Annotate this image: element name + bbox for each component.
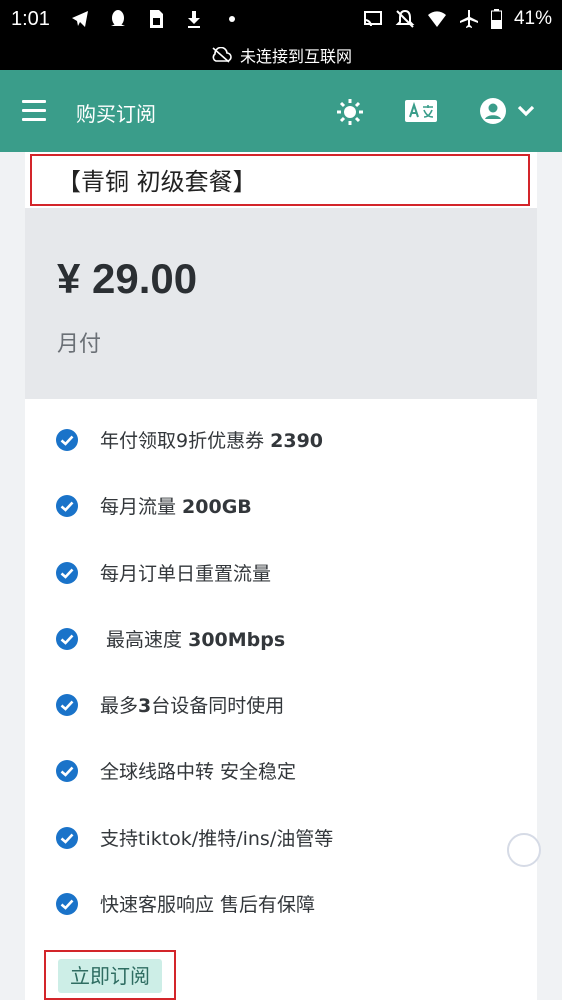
system-icons: 41% — [363, 8, 552, 30]
qq-icon — [111, 10, 125, 26]
feature-value: 200GB — [182, 496, 252, 518]
feature-text: 每月订单日重置流量 — [100, 559, 271, 586]
feature-label-suffix: 台设备同时使用 — [151, 695, 285, 717]
feature-label: 每月订单日重置流量 — [100, 563, 272, 585]
feature-item: 每月流量 200GB — [25, 486, 537, 526]
app-bar: 购买订阅 — [0, 70, 562, 152]
check-circle-icon — [56, 429, 78, 451]
price-section: ¥ 29.00 月付 — [25, 208, 537, 399]
feature-label: 每月流量 — [100, 496, 183, 518]
battery-icon — [490, 9, 502, 29]
feature-label: 快速客服响应 售后有保障 — [100, 894, 316, 916]
cast-icon — [363, 11, 382, 27]
offline-text: 未连接到互联网 — [239, 47, 352, 66]
feature-label: 最多 — [100, 695, 139, 717]
notification-icons — [70, 9, 242, 29]
page-title: 购买订阅 — [76, 102, 156, 126]
brightness-icon[interactable] — [336, 98, 364, 126]
feature-text: 全球线路中转 安全稳定 — [100, 757, 296, 784]
feature-value: 2390 — [270, 430, 324, 452]
download-icon — [188, 11, 200, 28]
sim-icon — [150, 10, 163, 28]
feature-item: 最高速度 300Mbps — [25, 619, 537, 659]
cloud-off-icon — [212, 47, 232, 63]
check-circle-icon — [56, 893, 78, 915]
check-circle-icon — [56, 628, 78, 650]
feature-text: 快速客服响应 售后有保障 — [100, 890, 315, 917]
feature-item: 年付领取9折优惠券 2390 — [25, 420, 537, 460]
check-circle-icon — [56, 827, 78, 849]
status-bar: 1:01 41% — [0, 0, 562, 40]
feature-label: 年付领取9折优惠券 — [100, 430, 271, 452]
plan-title: 【青铜 初级套餐】 — [57, 168, 257, 196]
feature-text: 每月流量 200GB — [100, 492, 252, 519]
feature-text: 年付领取9折优惠券 2390 — [100, 426, 323, 453]
battery-percent: 41% — [513, 8, 552, 29]
offline-banner: 未连接到互联网 — [0, 40, 562, 70]
wifi-icon — [427, 11, 446, 27]
plan-title-highlight: 【青铜 初级套餐】 — [30, 154, 530, 206]
feature-item: 每月订单日重置流量 — [25, 553, 537, 593]
feature-value: 300Mbps — [188, 629, 286, 651]
feature-label: 支持tiktok/推特/ins/油管等 — [100, 828, 334, 850]
feature-item: 支持tiktok/推特/ins/油管等 — [25, 818, 537, 858]
feature-label: 最高速度 — [100, 629, 189, 651]
dot-icon — [229, 16, 235, 22]
feature-item: 最多3台设备同时使用 — [25, 685, 537, 725]
feature-value: 3 — [138, 695, 152, 717]
subscribe-button[interactable]: 立即订阅 — [58, 959, 162, 993]
feature-text: 支持tiktok/推特/ins/油管等 — [100, 824, 333, 851]
feature-item: 全球线路中转 安全稳定 — [25, 751, 537, 791]
feature-label: 全球线路中转 安全稳定 — [100, 761, 297, 783]
subscribe-highlight: 立即订阅 — [44, 950, 176, 1000]
account-icon[interactable] — [479, 97, 507, 125]
chevron-down-icon[interactable] — [517, 104, 535, 118]
telegram-icon — [72, 11, 88, 27]
feature-item: 快速客服响应 售后有保障 — [25, 884, 537, 924]
check-circle-icon — [56, 495, 78, 517]
billing-period: 月付 — [57, 332, 102, 357]
airplane-icon — [459, 10, 478, 28]
plan-price: ¥ 29.00 — [57, 255, 198, 302]
check-circle-icon — [56, 760, 78, 782]
check-circle-icon — [56, 694, 78, 716]
menu-icon[interactable] — [22, 100, 46, 122]
feature-text: 最高速度 300Mbps — [100, 625, 285, 652]
status-time: 1:01 — [11, 8, 50, 30]
mute-icon — [395, 9, 415, 28]
feature-text: 最多3台设备同时使用 — [100, 691, 284, 718]
floating-assistive-button[interactable] — [507, 833, 541, 867]
translate-icon[interactable] — [405, 100, 437, 122]
check-circle-icon — [56, 562, 78, 584]
plan-card: 【青铜 初级套餐】 ¥ 29.00 月付 年付领取9折优惠券 2390 每月流量… — [25, 152, 537, 1000]
